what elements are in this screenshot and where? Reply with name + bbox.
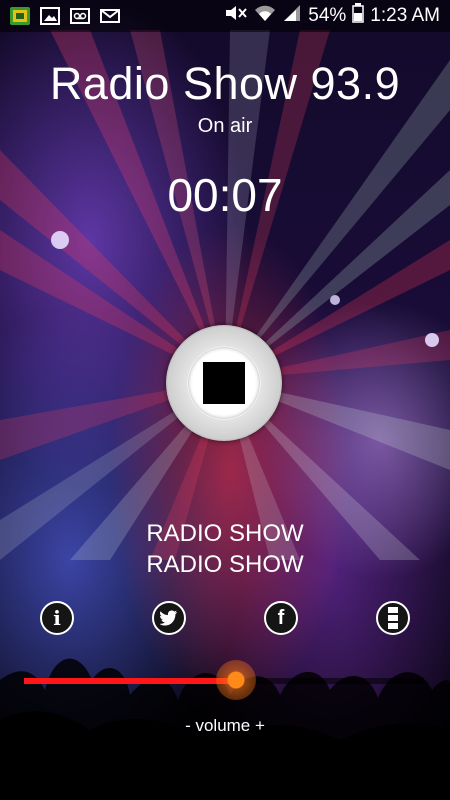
battery-percent: 54% bbox=[308, 5, 347, 26]
app-icon bbox=[10, 7, 30, 25]
wifi-icon bbox=[254, 4, 276, 28]
status-bar: 54% 1:23 AM bbox=[0, 0, 450, 32]
elapsed-timer: 00:07 bbox=[167, 169, 283, 221]
now-playing-artist: RADIO SHOW bbox=[146, 551, 304, 578]
volume-slider-fill bbox=[24, 678, 236, 684]
signal-icon bbox=[282, 4, 302, 28]
stop-button[interactable] bbox=[166, 325, 282, 441]
clock: 1:23 AM bbox=[370, 5, 440, 26]
volume-slider-thumb[interactable] bbox=[216, 660, 256, 700]
now-playing-title: RADIO SHOW bbox=[146, 520, 304, 547]
info-button[interactable]: i bbox=[40, 601, 74, 635]
broadcast-status: On air bbox=[197, 115, 253, 137]
twitter-icon bbox=[160, 610, 178, 626]
menu-icon bbox=[388, 607, 398, 629]
stop-icon bbox=[203, 362, 245, 404]
facebook-button[interactable]: f bbox=[264, 601, 298, 635]
mail-icon bbox=[100, 7, 120, 25]
menu-button[interactable] bbox=[376, 601, 410, 635]
stop-button-inner[interactable] bbox=[188, 347, 260, 419]
battery-icon bbox=[352, 3, 365, 29]
facebook-icon: f bbox=[277, 606, 285, 629]
voicemail-icon bbox=[70, 7, 90, 25]
mute-icon bbox=[224, 4, 248, 28]
volume-label: - volume + bbox=[185, 716, 265, 735]
twitter-button[interactable] bbox=[152, 601, 186, 635]
image-icon bbox=[40, 7, 60, 25]
info-icon: i bbox=[53, 606, 61, 630]
station-title: Radio Show 93.9 bbox=[49, 58, 401, 109]
